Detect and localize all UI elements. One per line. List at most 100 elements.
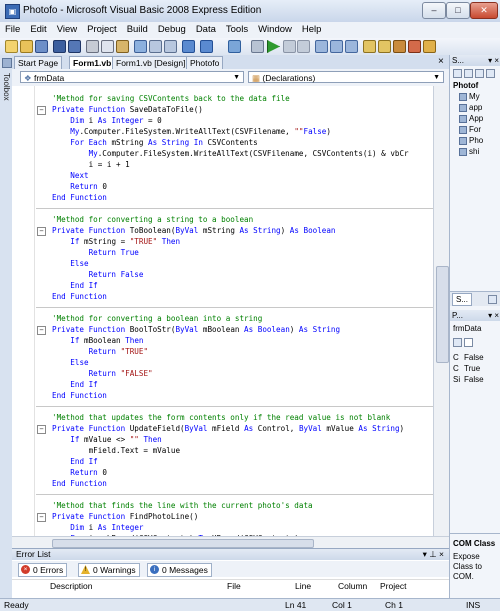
code-line[interactable]: End If bbox=[12, 280, 433, 291]
code-line[interactable]: Return "TRUE" bbox=[12, 346, 433, 357]
code-line[interactable]: − Private Function ToBoolean(ByVal mStrin… bbox=[12, 225, 433, 236]
code-line[interactable]: If mValue <> "" Then bbox=[12, 434, 433, 445]
code-line[interactable]: 'Method that updates the form contents o… bbox=[12, 412, 433, 423]
open-folder-icon[interactable] bbox=[20, 40, 33, 53]
menu-item-build[interactable]: Build bbox=[122, 22, 153, 35]
column-file[interactable]: File bbox=[227, 580, 241, 592]
start-debug-icon[interactable] bbox=[267, 40, 280, 53]
code-line[interactable]: Dim i As Integer = 0 bbox=[12, 115, 433, 126]
code-line[interactable]: 'Method for converting a string to a boo… bbox=[12, 214, 433, 225]
view-code-icon[interactable] bbox=[486, 69, 495, 78]
properties-icon[interactable] bbox=[453, 69, 462, 78]
alphabetical-icon[interactable] bbox=[464, 338, 473, 347]
new-project-icon[interactable] bbox=[5, 40, 18, 53]
comment-icon[interactable] bbox=[149, 40, 162, 53]
menu-item-data[interactable]: Data bbox=[191, 22, 221, 35]
cut-icon[interactable] bbox=[86, 40, 99, 53]
tab-form1-design[interactable]: Form1.vb [Design] bbox=[112, 56, 190, 69]
code-line[interactable]: Next bbox=[12, 170, 433, 181]
solution-item[interactable]: shi bbox=[459, 147, 479, 157]
menu-item-edit[interactable]: Edit bbox=[25, 22, 51, 35]
undo-icon[interactable] bbox=[182, 40, 195, 53]
column-column[interactable]: Column bbox=[338, 580, 367, 592]
solution-item[interactable]: App bbox=[459, 114, 483, 124]
collapse-icon[interactable]: − bbox=[37, 106, 46, 115]
minimize-button[interactable]: – bbox=[422, 2, 446, 19]
close-tab-icon[interactable]: × bbox=[438, 56, 444, 67]
code-line[interactable]: Dim i As Integer bbox=[12, 522, 433, 533]
code-line[interactable]: − Private Function UpdateField(ByVal mFie… bbox=[12, 423, 433, 434]
error-list-icon[interactable] bbox=[423, 40, 436, 53]
column-line[interactable]: Line bbox=[295, 580, 311, 592]
code-line[interactable]: End If bbox=[12, 456, 433, 467]
step-out-icon[interactable] bbox=[345, 40, 358, 53]
close-button[interactable]: ✕ bbox=[470, 2, 498, 19]
properties-object-dropdown[interactable]: frmData bbox=[453, 324, 481, 334]
messages-filter-button[interactable]: i0 Messages bbox=[147, 563, 212, 577]
code-line[interactable]: Return 0 bbox=[12, 467, 433, 478]
property-row[interactable]: C True bbox=[453, 364, 480, 374]
code-line[interactable]: End Function bbox=[12, 390, 433, 401]
solution-item[interactable]: My bbox=[459, 92, 480, 102]
solution-root-item[interactable]: Photof bbox=[453, 81, 478, 91]
collapse-icon[interactable]: − bbox=[37, 425, 46, 434]
scroll-thumb[interactable] bbox=[436, 266, 449, 363]
code-line[interactable]: Return 0 bbox=[12, 181, 433, 192]
step-into-icon[interactable] bbox=[315, 40, 328, 53]
warnings-filter-button[interactable]: ! 0 Warnings bbox=[78, 563, 140, 577]
pause-icon[interactable] bbox=[283, 40, 296, 53]
code-line[interactable]: Return "FALSE" bbox=[12, 368, 433, 379]
redo-icon[interactable] bbox=[200, 40, 213, 53]
menu-item-file[interactable]: File bbox=[0, 22, 25, 35]
property-row[interactable]: C False bbox=[453, 353, 484, 363]
code-line[interactable]: mField.Text = mValue bbox=[12, 445, 433, 456]
code-line[interactable]: If mString = "TRUE" Then bbox=[12, 236, 433, 247]
solution-item[interactable]: app bbox=[459, 103, 482, 113]
categorized-icon[interactable] bbox=[453, 338, 462, 347]
collapse-icon[interactable]: − bbox=[37, 326, 46, 335]
tab-start-page[interactable]: Start Page bbox=[14, 56, 63, 69]
solution-item[interactable]: For bbox=[459, 125, 481, 135]
class-name-dropdown[interactable]: ❖ frmData ▼ bbox=[20, 71, 244, 83]
menu-item-tools[interactable]: Tools bbox=[221, 22, 253, 35]
code-line[interactable]: − Private Function BoolToStr(ByVal mBoole… bbox=[12, 324, 433, 335]
code-line[interactable]: End Function bbox=[12, 478, 433, 489]
code-line[interactable]: i = i + 1 bbox=[12, 159, 433, 170]
collapse-icon[interactable]: − bbox=[37, 227, 46, 236]
navigate-icon[interactable] bbox=[228, 40, 241, 53]
copy-icon[interactable] bbox=[101, 40, 114, 53]
code-line[interactable]: 'Method for converting a boolean into a … bbox=[12, 313, 433, 324]
code-line[interactable]: End If bbox=[12, 379, 433, 390]
uncomment-icon[interactable] bbox=[164, 40, 177, 53]
code-line[interactable]: If mBoolean Then bbox=[12, 335, 433, 346]
property-row[interactable]: Si False bbox=[453, 375, 484, 385]
code-editor[interactable]: 'Method for saving CSVContents back to t… bbox=[12, 86, 433, 536]
maximize-button[interactable]: □ bbox=[446, 2, 470, 19]
save-icon[interactable] bbox=[53, 40, 66, 53]
database-explorer-icon[interactable] bbox=[488, 295, 497, 304]
menu-item-view[interactable]: View bbox=[52, 22, 82, 35]
errors-filter-button[interactable]: × 0 Errors bbox=[18, 563, 68, 577]
stop-icon[interactable] bbox=[297, 40, 310, 53]
code-line[interactable]: − Private Function SaveDataToFile() bbox=[12, 104, 433, 115]
code-line[interactable]: My.Computer.FileSystem.WriteAllText(CSVF… bbox=[12, 148, 433, 159]
column-project[interactable]: Project bbox=[380, 580, 406, 592]
solution-item[interactable]: Pho bbox=[459, 136, 483, 146]
menu-item-help[interactable]: Help bbox=[297, 22, 327, 35]
panel-controls-icon[interactable]: ▾ ⊥ × bbox=[423, 549, 444, 560]
object-browser-icon[interactable] bbox=[408, 40, 421, 53]
properties-window-icon[interactable] bbox=[378, 40, 391, 53]
code-line[interactable]: 'Method for saving CSVContents back to t… bbox=[12, 93, 433, 104]
code-line[interactable]: End Function bbox=[12, 192, 433, 203]
solution-explorer-icon[interactable] bbox=[363, 40, 376, 53]
method-name-dropdown[interactable]: ▦ (Declarations) ▼ bbox=[248, 71, 444, 83]
scroll-thumb[interactable] bbox=[52, 539, 314, 548]
code-line[interactable]: Else bbox=[12, 357, 433, 368]
menu-item-project[interactable]: Project bbox=[82, 22, 122, 35]
tab-solution-explorer[interactable]: S... bbox=[452, 293, 473, 306]
collapse-icon[interactable]: − bbox=[37, 513, 46, 522]
code-line[interactable]: Return False bbox=[12, 269, 433, 280]
panel-controls-icon[interactable]: ▾ × bbox=[488, 55, 499, 66]
find-icon[interactable] bbox=[134, 40, 147, 53]
editor-vertical-scrollbar[interactable] bbox=[433, 86, 450, 536]
